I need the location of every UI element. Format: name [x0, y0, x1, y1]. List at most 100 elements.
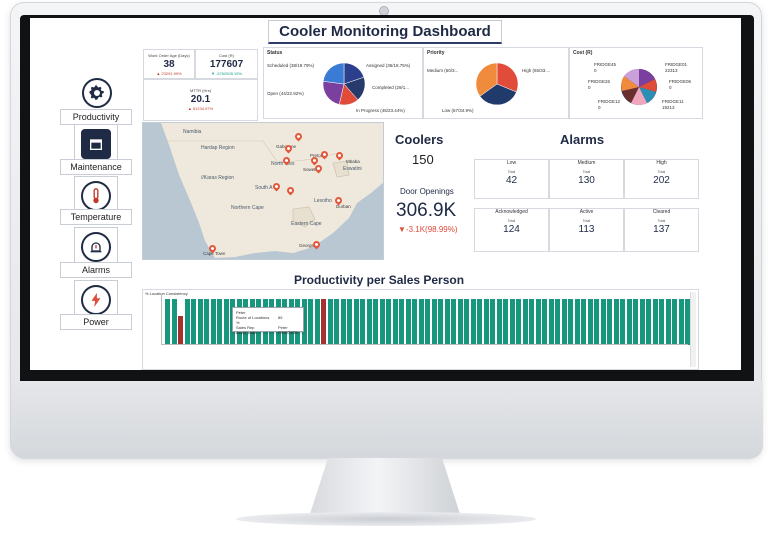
bar[interactable] — [171, 299, 177, 345]
bar[interactable] — [457, 299, 463, 345]
bar[interactable] — [217, 299, 222, 345]
chart-scrollbar[interactable] — [690, 292, 696, 367]
bar[interactable] — [438, 299, 443, 345]
coolers-count: 150 — [412, 152, 434, 167]
nav-power[interactable]: Power — [60, 314, 132, 330]
bar[interactable] — [347, 299, 352, 345]
bar[interactable] — [197, 299, 203, 345]
bar[interactable] — [509, 299, 515, 345]
pie-label: Medium (60/3... — [427, 68, 459, 73]
calendar-icon — [81, 129, 111, 159]
bar[interactable] — [607, 299, 612, 345]
bar[interactable] — [470, 299, 476, 345]
pie-label: FRIDGE06 — [669, 79, 692, 84]
bar[interactable] — [464, 299, 469, 345]
bar[interactable] — [165, 299, 170, 345]
bar[interactable] — [633, 299, 638, 345]
bar[interactable] — [412, 299, 417, 345]
bar[interactable] — [678, 299, 684, 345]
bar[interactable] — [516, 299, 521, 345]
bar[interactable] — [659, 299, 664, 345]
bar[interactable] — [600, 299, 606, 345]
bar[interactable] — [542, 299, 547, 345]
bar[interactable] — [327, 299, 333, 345]
bar[interactable] — [594, 299, 599, 345]
nav-alarms[interactable]: Alarms — [60, 262, 132, 278]
bar[interactable] — [626, 299, 632, 345]
bar[interactable] — [665, 299, 671, 345]
bar[interactable] — [451, 299, 456, 345]
bar[interactable] — [522, 299, 528, 345]
bar[interactable] — [672, 299, 677, 345]
bar[interactable] — [613, 299, 619, 345]
alarm-cell-head: Cleared — [652, 209, 671, 215]
bar[interactable] — [418, 299, 424, 345]
bar[interactable] — [392, 299, 398, 345]
bar[interactable] — [223, 299, 229, 345]
bar[interactable] — [386, 299, 391, 345]
bar[interactable] — [477, 299, 482, 345]
alarm-icon — [81, 232, 111, 262]
map-land — [143, 123, 383, 259]
x-axis — [161, 344, 688, 345]
pie-label: FRIDGE45 — [594, 62, 617, 67]
bar[interactable] — [652, 299, 658, 345]
bar[interactable] — [425, 299, 430, 345]
map-label: //Karas Region — [201, 175, 235, 181]
bar[interactable] — [321, 299, 326, 345]
priority-pie-chart[interactable] — [476, 63, 518, 105]
bar[interactable] — [503, 299, 508, 345]
bar[interactable] — [496, 299, 502, 345]
productivity-bar-chart[interactable]: % Location Consistency — [142, 289, 699, 370]
bar[interactable] — [210, 299, 216, 345]
nav-maintenance[interactable]: Maintenance — [60, 159, 132, 175]
bar[interactable] — [529, 299, 534, 345]
bar[interactable] — [340, 299, 346, 345]
alarms-title: Alarms — [560, 132, 605, 147]
pie-label: FRIDGE12 — [598, 99, 621, 104]
bar[interactable] — [568, 299, 573, 345]
bar[interactable] — [353, 299, 359, 345]
bar[interactable] — [490, 299, 495, 345]
bar[interactable] — [314, 299, 320, 345]
bar[interactable] — [334, 299, 339, 345]
bar[interactable] — [373, 299, 378, 345]
bar[interactable] — [379, 299, 385, 345]
bar[interactable] — [191, 299, 196, 345]
nav-icon-box-alarms[interactable] — [74, 227, 118, 267]
pie-slice-open[interactable] — [323, 63, 345, 85]
nav-icon-box-maintenance[interactable] — [74, 124, 118, 164]
bar[interactable] — [548, 299, 554, 345]
bar[interactable] — [483, 299, 489, 345]
bar[interactable] — [178, 316, 183, 345]
bar[interactable] — [184, 299, 190, 345]
bar[interactable] — [308, 299, 313, 345]
bar[interactable] — [561, 299, 567, 345]
kpi-label: Work Order Age (Days) — [148, 53, 190, 58]
status-pie-chart[interactable] — [323, 63, 365, 105]
bar[interactable] — [581, 299, 586, 345]
tooltip-row: Route of Locations % 85 — [236, 315, 300, 325]
bar[interactable] — [405, 299, 411, 345]
bar[interactable] — [204, 299, 209, 345]
bar[interactable] — [360, 299, 365, 345]
bar[interactable] — [535, 299, 541, 345]
bar[interactable] — [646, 299, 651, 345]
gear-icon[interactable] — [82, 78, 112, 108]
bar[interactable] — [587, 299, 593, 345]
bar[interactable] — [366, 299, 372, 345]
coolers-title: Coolers — [395, 132, 444, 147]
nav-productivity[interactable]: Productivity — [60, 109, 132, 125]
bar[interactable] — [431, 299, 437, 345]
pie-label: Assigned (36/18.75%) — [366, 63, 411, 68]
bar[interactable] — [574, 299, 580, 345]
bar[interactable] — [399, 299, 404, 345]
map[interactable]: Namibia Hardap Region //Karas Region Gab… — [142, 122, 384, 260]
bar[interactable] — [444, 299, 450, 345]
bar[interactable] — [555, 299, 560, 345]
nav-temperature[interactable]: Temperature — [60, 209, 132, 225]
bar[interactable] — [620, 299, 625, 345]
alarm-cell-value: 202 — [653, 175, 670, 186]
bar[interactable] — [639, 299, 645, 345]
cost-pie-chart[interactable] — [619, 67, 659, 107]
